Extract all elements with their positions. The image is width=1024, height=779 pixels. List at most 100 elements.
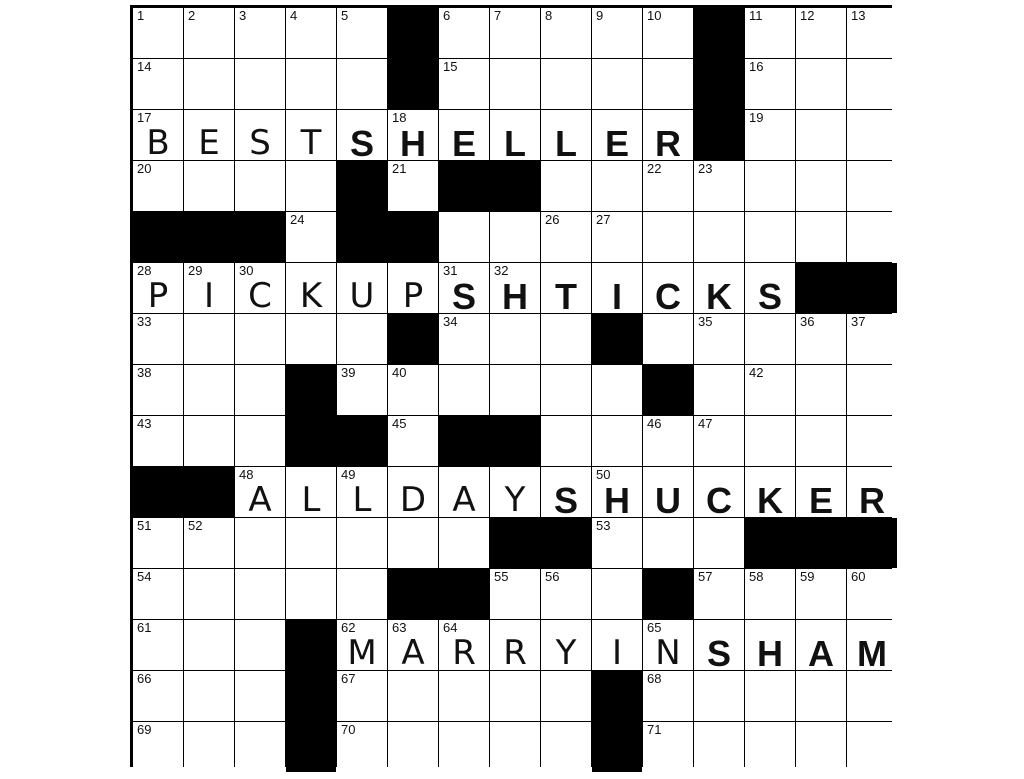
grid-cell[interactable] bbox=[235, 59, 285, 109]
grid-cell[interactable]: 16 bbox=[745, 59, 795, 109]
grid-cell[interactable]: S bbox=[541, 467, 591, 519]
grid-cell[interactable]: E bbox=[796, 467, 846, 519]
grid-cell[interactable] bbox=[235, 722, 285, 772]
grid-cell[interactable]: 40 bbox=[388, 365, 438, 415]
grid-cell[interactable] bbox=[184, 365, 234, 415]
grid-cell[interactable]: 10 bbox=[643, 8, 693, 58]
grid-cell[interactable] bbox=[796, 110, 846, 160]
grid-cell[interactable]: C bbox=[643, 263, 693, 315]
grid-cell[interactable] bbox=[490, 314, 540, 364]
grid-cell[interactable]: S bbox=[694, 620, 744, 672]
grid-cell[interactable]: C bbox=[694, 467, 744, 519]
grid-cell[interactable] bbox=[796, 59, 846, 109]
grid-cell[interactable]: 48 A bbox=[235, 467, 285, 517]
grid-cell[interactable]: K bbox=[745, 467, 795, 519]
grid-cell[interactable] bbox=[388, 518, 438, 568]
grid-cell[interactable]: 6 bbox=[439, 8, 489, 58]
grid-cell[interactable] bbox=[592, 569, 642, 619]
grid-cell[interactable] bbox=[745, 161, 795, 211]
grid-cell[interactable] bbox=[235, 314, 285, 364]
grid-cell[interactable] bbox=[694, 365, 744, 415]
grid-cell[interactable] bbox=[745, 416, 795, 466]
grid-cell[interactable] bbox=[388, 722, 438, 772]
grid-cell[interactable] bbox=[694, 671, 744, 721]
grid-cell[interactable] bbox=[847, 212, 897, 262]
grid-cell[interactable]: 62 M bbox=[337, 620, 387, 670]
grid-cell[interactable] bbox=[439, 212, 489, 262]
grid-cell[interactable] bbox=[541, 671, 591, 721]
grid-cell[interactable]: 23 bbox=[694, 161, 744, 211]
grid-cell[interactable] bbox=[847, 59, 897, 109]
grid-cell[interactable]: S bbox=[337, 110, 387, 162]
grid-cell[interactable]: 21 bbox=[388, 161, 438, 211]
grid-cell[interactable]: 57 bbox=[694, 569, 744, 619]
grid-cell[interactable]: I bbox=[592, 620, 642, 670]
grid-cell[interactable] bbox=[745, 212, 795, 262]
grid-cell[interactable]: K bbox=[286, 263, 336, 313]
grid-cell[interactable]: 15 bbox=[439, 59, 489, 109]
grid-cell[interactable] bbox=[184, 569, 234, 619]
grid-cell[interactable] bbox=[694, 212, 744, 262]
grid-cell[interactable] bbox=[745, 671, 795, 721]
grid-cell[interactable] bbox=[337, 59, 387, 109]
grid-cell[interactable]: 45 bbox=[388, 416, 438, 466]
grid-cell[interactable]: 52 bbox=[184, 518, 234, 568]
grid-cell[interactable] bbox=[694, 518, 744, 568]
grid-cell[interactable]: 1 bbox=[133, 8, 183, 58]
grid-cell[interactable] bbox=[847, 161, 897, 211]
grid-cell[interactable]: 3 bbox=[235, 8, 285, 58]
grid-cell[interactable]: 14 bbox=[133, 59, 183, 109]
grid-cell[interactable] bbox=[184, 161, 234, 211]
grid-cell[interactable] bbox=[847, 722, 897, 772]
grid-cell[interactable]: S bbox=[745, 263, 795, 315]
grid-cell[interactable]: 30 C bbox=[235, 263, 285, 313]
grid-cell[interactable] bbox=[694, 722, 744, 772]
grid-cell[interactable] bbox=[796, 161, 846, 211]
grid-cell[interactable] bbox=[541, 161, 591, 211]
grid-cell[interactable] bbox=[643, 314, 693, 364]
grid-cell[interactable] bbox=[541, 365, 591, 415]
grid-cell[interactable] bbox=[184, 59, 234, 109]
grid-cell[interactable]: 33 bbox=[133, 314, 183, 364]
grid-cell[interactable]: 63 A bbox=[388, 620, 438, 670]
grid-cell[interactable] bbox=[286, 518, 336, 568]
grid-cell[interactable]: A bbox=[796, 620, 846, 672]
grid-cell[interactable]: U bbox=[643, 467, 693, 519]
grid-cell[interactable] bbox=[643, 518, 693, 568]
grid-cell[interactable]: 35 bbox=[694, 314, 744, 364]
grid-cell[interactable]: 4 bbox=[286, 8, 336, 58]
grid-cell[interactable] bbox=[235, 518, 285, 568]
grid-cell[interactable] bbox=[184, 620, 234, 670]
grid-cell[interactable]: 64 R bbox=[439, 620, 489, 670]
grid-cell[interactable]: 29 I bbox=[184, 263, 234, 313]
grid-cell[interactable]: D bbox=[388, 467, 438, 517]
grid-cell[interactable] bbox=[541, 59, 591, 109]
grid-cell[interactable]: 66 bbox=[133, 671, 183, 721]
grid-cell[interactable] bbox=[235, 569, 285, 619]
grid-cell[interactable]: 12 bbox=[796, 8, 846, 58]
grid-cell[interactable]: 32 H bbox=[490, 263, 540, 315]
grid-cell[interactable] bbox=[490, 365, 540, 415]
grid-cell[interactable] bbox=[541, 314, 591, 364]
grid-cell[interactable]: 47 bbox=[694, 416, 744, 466]
grid-cell[interactable] bbox=[490, 671, 540, 721]
grid-cell[interactable] bbox=[337, 314, 387, 364]
grid-cell[interactable]: L bbox=[541, 110, 591, 162]
grid-cell[interactable]: 36 bbox=[796, 314, 846, 364]
grid-cell[interactable] bbox=[541, 416, 591, 466]
grid-cell[interactable]: 37 bbox=[847, 314, 897, 364]
grid-cell[interactable] bbox=[286, 569, 336, 619]
grid-cell[interactable] bbox=[847, 365, 897, 415]
grid-cell[interactable]: K bbox=[694, 263, 744, 315]
grid-cell[interactable]: 18 H bbox=[388, 110, 438, 162]
grid-cell[interactable]: R bbox=[490, 620, 540, 670]
grid-cell[interactable] bbox=[439, 518, 489, 568]
grid-cell[interactable]: 13 bbox=[847, 8, 897, 58]
grid-cell[interactable] bbox=[439, 671, 489, 721]
grid-cell[interactable]: 42 bbox=[745, 365, 795, 415]
grid-cell[interactable]: 9 bbox=[592, 8, 642, 58]
grid-cell[interactable] bbox=[847, 416, 897, 466]
grid-cell[interactable] bbox=[745, 314, 795, 364]
grid-cell[interactable] bbox=[745, 722, 795, 772]
grid-cell[interactable]: 7 bbox=[490, 8, 540, 58]
